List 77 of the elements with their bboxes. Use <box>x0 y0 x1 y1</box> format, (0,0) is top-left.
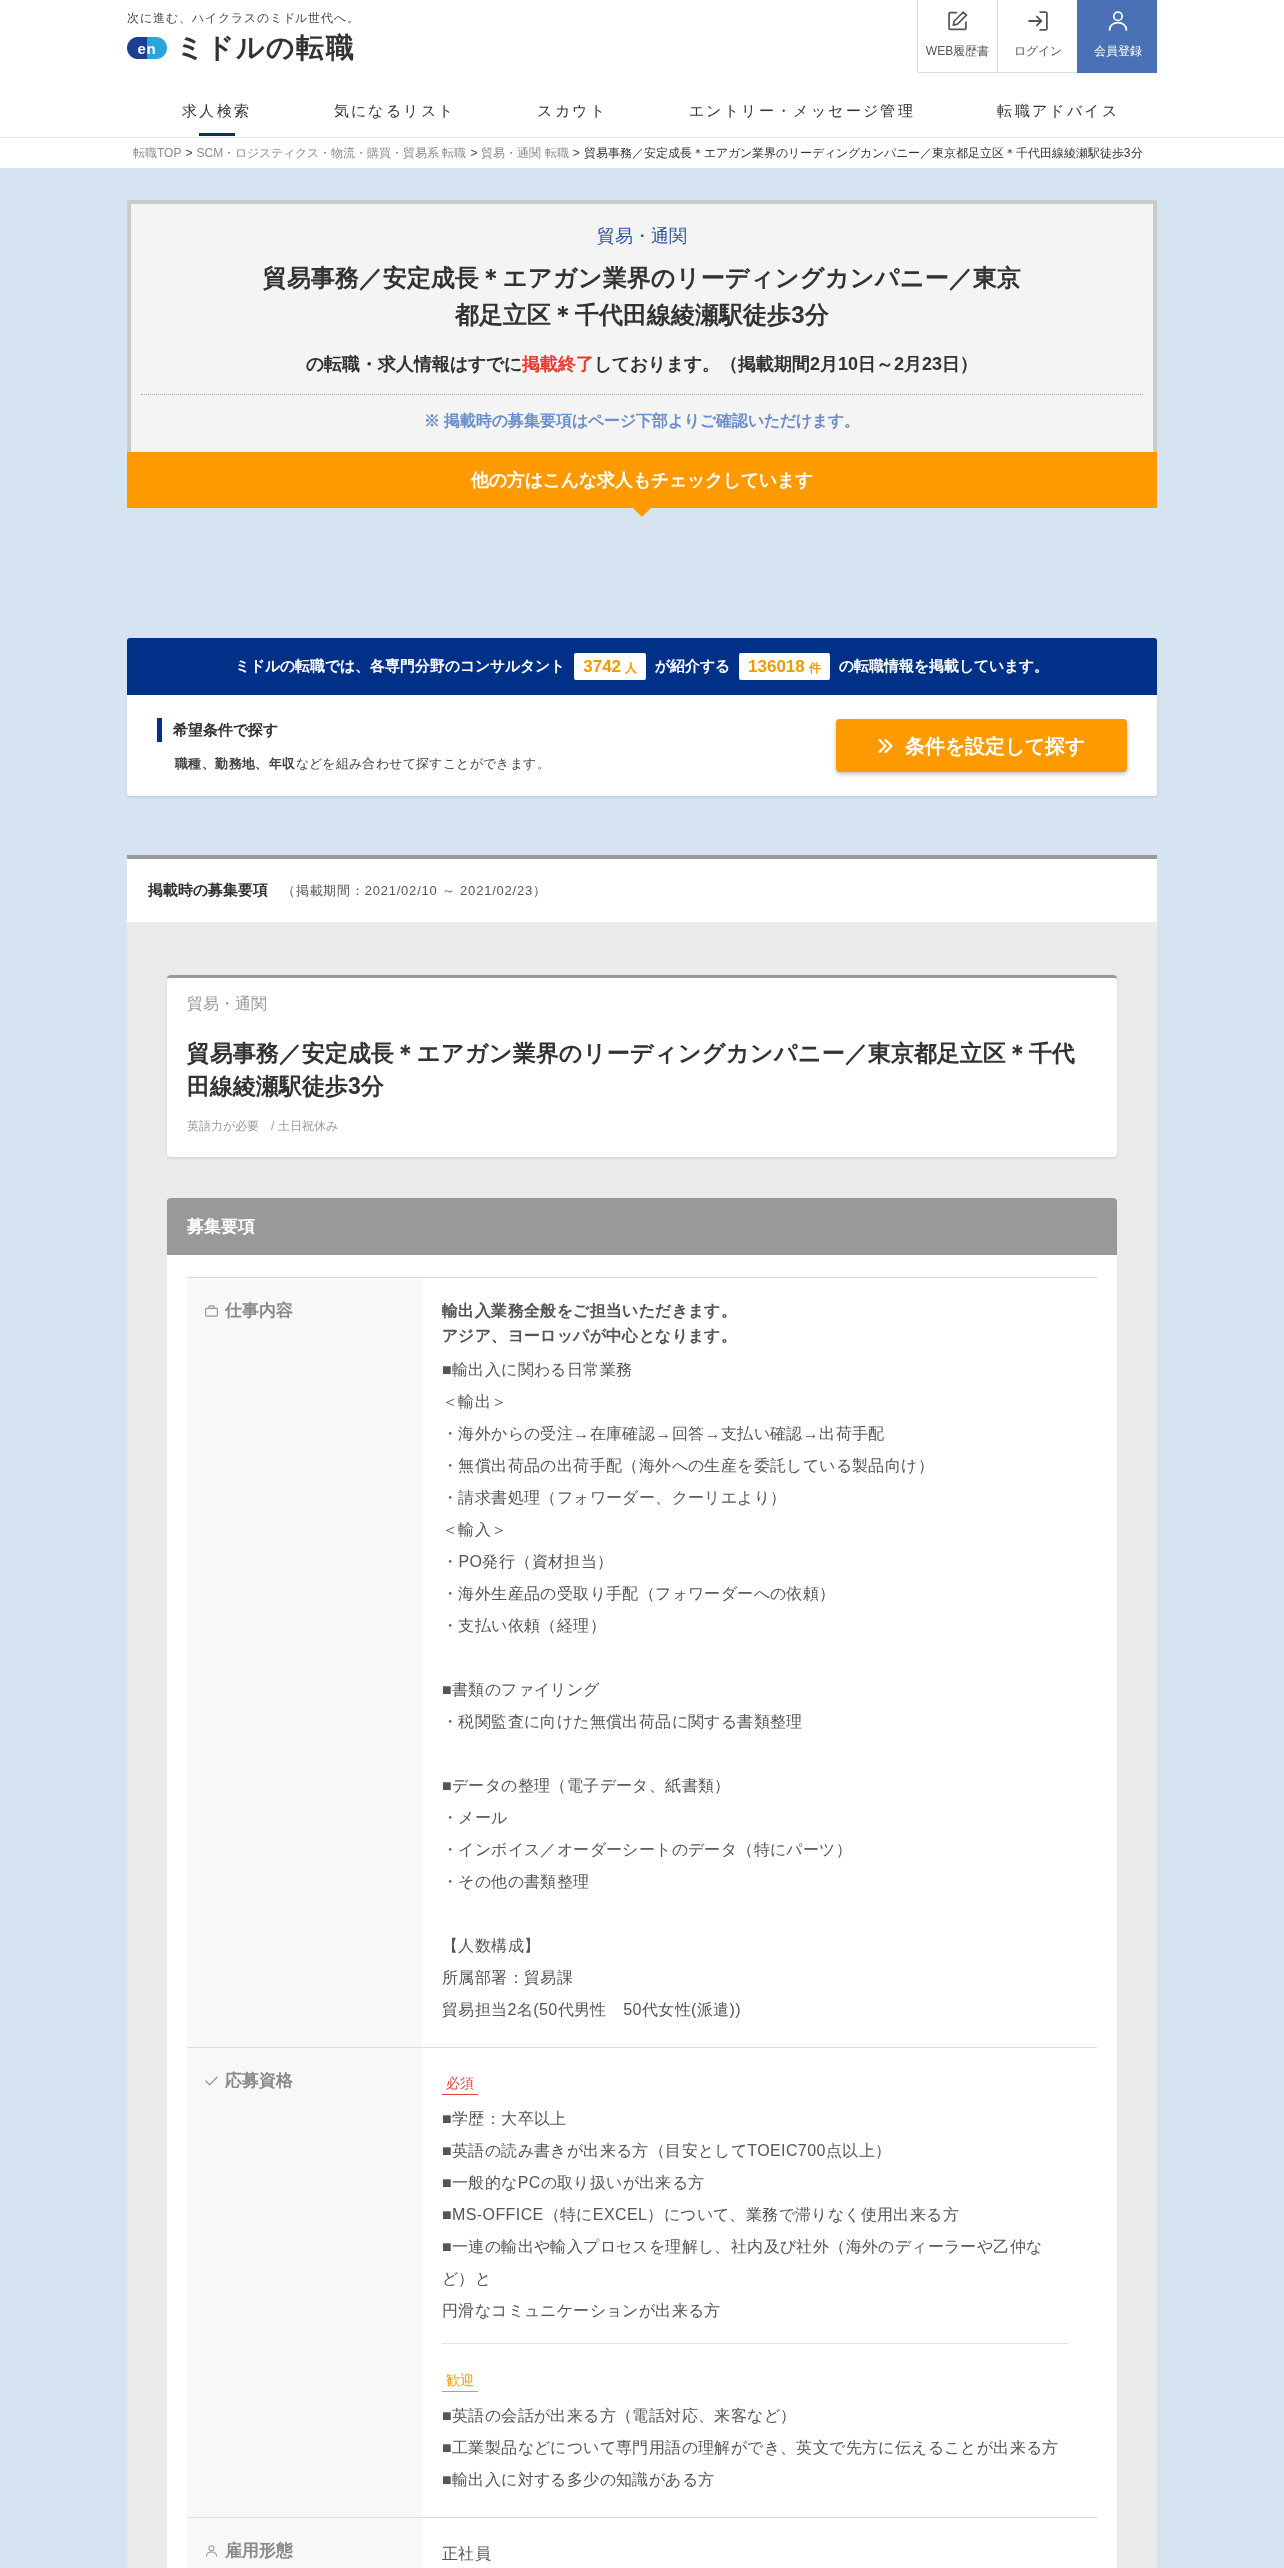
resume-button[interactable]: WEB履歴書 <box>917 0 997 73</box>
row-label: 雇用形態 <box>225 2540 293 2563</box>
breadcrumb-separator: > <box>470 145 478 162</box>
breadcrumb-separator: > <box>185 145 193 162</box>
nav-tab[interactable]: エントリー・メッセージ管理 <box>689 86 916 137</box>
body-text: ■輸出入に関わる日常業務 <box>442 1360 634 1380</box>
body-text: ■工業製品などについて専門用語の理解ができ、英文で先方に伝えることが出来る方 <box>442 2438 1060 2458</box>
site-logo[interactable]: en ミドルの転職 <box>127 32 355 64</box>
register-button[interactable]: 会員登録 <box>1077 0 1157 73</box>
body-text: ＜輸出＞ <box>442 1392 509 1412</box>
login-icon <box>1027 11 1048 31</box>
body-text: ■データの整理（電子データ、紙書類） <box>442 1776 732 1796</box>
closed-status-text: の転職・求人情報はすでに掲載終了 しております。（掲載期間2月10日～2月23日） <box>305 353 979 376</box>
body-text: ■書類のファイリング <box>442 1680 601 1700</box>
person-icon <box>1107 11 1128 31</box>
body-text: ■MS-OFFICE（特にEXCEL）について、業務で滞りなく使用出来る方 <box>442 2205 960 2225</box>
description-text: 職種、勤務地、年収などを組み合わせて探すことができます。 <box>174 754 550 773</box>
related-jobs-banner: 他の方はこんな求人もチェックしています <box>127 452 1157 517</box>
body-text: 正社員 <box>442 2544 493 2564</box>
body-text: 貿易担当2名(50代男性 50代女性(派遣)) <box>442 2000 742 2020</box>
job-title: 貿易事務／安定成長＊エアガン業界のリーディングカンパニー／東京都足立区＊千代田線綾瀬駅徒歩3分 <box>187 1039 1076 1101</box>
banner-text: の転職情報を掲載しています。 <box>838 656 1049 677</box>
nav-tab[interactable]: 転職アドバイス <box>997 86 1119 137</box>
body-text: ■一般的なPCの取り扱いが出来る方 <box>442 2173 706 2193</box>
breadcrumb-link[interactable]: 貿易・通関 転職 <box>481 144 569 162</box>
body-text: ・海外からの受注→在庫確認→回答→支払い確認→出荷手配 <box>442 1424 886 1444</box>
body-text: ・税関監査に向けた無償出荷品に関する書類整理 <box>442 1712 804 1732</box>
edit-icon <box>947 11 968 31</box>
bag-icon <box>205 1305 218 1317</box>
check-icon <box>205 2075 218 2087</box>
body-text: ・PO発行（資材担当） <box>442 1552 615 1572</box>
nav-tab[interactable]: 気になるリスト <box>333 86 456 137</box>
body-text: ■一連の輸出や輸入プロセスを理解し、社内及び社外（海外のディーラーや乙仲など）と <box>442 2237 1044 2289</box>
required-tag: 必須 <box>442 2073 478 2095</box>
breadcrumb-link[interactable]: SCM・ロジスティクス・物流・購買・貿易系 転職 <box>196 144 467 162</box>
row-label: 仕事内容 <box>225 1300 293 1323</box>
body-text: ・インボイス／オーダーシートのデータ（特にパーツ） <box>442 1840 853 1860</box>
period-text: （掲載期間：2021/02/10 ～ 2021/02/23） <box>282 881 547 900</box>
login-button[interactable]: ログイン <box>997 0 1077 73</box>
row-label: 応募資格 <box>225 2070 293 2093</box>
body-text: ・海外生産品の受取り手配（フォワーダーへの依頼） <box>442 1584 837 1604</box>
tags-text: 英語力が必要 / 土日祝休み <box>187 1118 339 1135</box>
notice-text: ※ 掲載時の募集要項はページ下部よりご確認いただけます。 <box>423 411 861 431</box>
preferred-tag: 歓迎 <box>442 2370 478 2392</box>
section-title: 掲載時の募集要項 <box>148 880 268 901</box>
body-text: ■英語の読み書きが出来る方（目安としてTOEIC700点以上） <box>442 2141 893 2161</box>
double-chevron-icon <box>878 738 893 753</box>
category-text: 貿易・通関 <box>597 225 687 248</box>
body-text: ＜輸入＞ <box>442 1520 509 1540</box>
body-text: 円滑なコミュニケーションが出来る方 <box>442 2301 722 2321</box>
count-badge: 136018 件 <box>739 653 830 680</box>
breadcrumb-separator: > <box>572 145 580 162</box>
banner-text: ミドルの転職では、各専門分野のコンサルタント <box>235 656 566 677</box>
banner-text: が紹介する <box>655 656 731 677</box>
body-text: ・メール <box>442 1808 509 1828</box>
job-title: 貿易事務／安定成長＊エアガン業界のリーディングカンパニー／東京都足立区＊千代田線綾瀬駅徒歩3分 <box>262 263 1022 330</box>
section-heading: 希望条件で探す <box>157 717 550 742</box>
nav-tab[interactable]: スカウト <box>537 86 607 137</box>
body-text: 所属部署：貿易課 <box>442 1968 575 1988</box>
lead-text: アジア、ヨーロッパが中心となります。 <box>442 1326 739 1347</box>
person-icon <box>205 2545 218 2557</box>
breadcrumb-link[interactable]: 転職TOP <box>133 144 182 162</box>
body-text: ■学歴：大卒以上 <box>442 2109 568 2129</box>
lead-text: 輸出入業務全般をご担当いただきます。 <box>442 1301 739 1321</box>
body-text: 【人数構成】 <box>442 1936 542 1956</box>
body-text: ・請求書処理（フォワーダー、クーリエより） <box>442 1488 788 1508</box>
breadcrumb-current: 貿易事務／安定成長＊エアガン業界のリーディングカンパニー／東京都足立区＊千代田線綾瀬駅徒歩3分 <box>583 145 1143 162</box>
tagline-text: 次に進む、ハイクラスのミドル世代へ。 <box>127 10 361 26</box>
nav-tab[interactable]: 求人検索 <box>182 86 252 137</box>
body-text: ■英語の会話が出来る方（電話対応、来客など） <box>442 2406 798 2426</box>
body-text: ・支払い依頼（経理） <box>442 1616 607 1636</box>
category-text: 貿易・通関 <box>187 994 268 1014</box>
details-heading: 募集要項 <box>167 1198 1117 1255</box>
body-text: ■輸出入に対する多少の知識がある方 <box>442 2470 716 2490</box>
count-badge: 3742 人 <box>574 653 647 680</box>
body-text: ・無償出荷品の出荷手配（海外への生産を委託している製品向け） <box>442 1456 935 1476</box>
body-text: ・その他の書類整理 <box>442 1872 591 1892</box>
